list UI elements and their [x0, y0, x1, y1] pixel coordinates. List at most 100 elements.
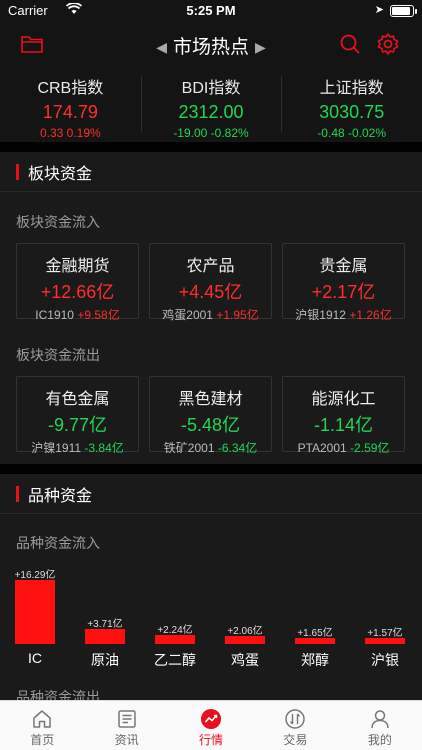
chart-bar [225, 636, 265, 644]
location-icon: ➤ [374, 4, 384, 16]
market-icon [169, 707, 253, 731]
inflow-subtitle: 品种资金流入 [16, 535, 100, 551]
top-contract: IC1910 +9.58亿 [17, 306, 138, 323]
variety-inflow-chart: +16.29亿 IC +3.71亿 原油 +2.24亿 乙二醇 +2.06亿 鸡蛋 +1.65亿… [0, 560, 422, 670]
index-change: -19.00 -0.82% [173, 126, 249, 140]
chart-bar-group[interactable]: +2.24亿乙二醇 [140, 560, 210, 670]
news-icon [84, 707, 168, 731]
outflow-subtitle: 板块资金流出 [16, 347, 100, 363]
tab-trade[interactable]: 交易 [253, 701, 337, 750]
contract-value: +9.58亿 [77, 308, 120, 322]
chart-category-label: 沪银 [371, 652, 399, 668]
sector-value: +12.66亿 [40, 282, 115, 302]
tab-label: 交易 [283, 733, 308, 747]
chart-category-label: 郑醇 [301, 652, 329, 668]
search-icon[interactable] [336, 30, 364, 58]
top-contract: 沪银1912 +1.26亿 [283, 306, 404, 323]
index-value: 2312.00 [178, 102, 244, 122]
section-title: 品种资金 [28, 487, 93, 505]
home-icon [0, 707, 84, 731]
sector-inflow-cards: 金融期货 +12.66亿 IC1910 +9.58亿 农产品 +4.45亿 鸡蛋… [16, 243, 405, 322]
sector-card[interactable]: 农产品 +4.45亿 鸡蛋2001 +1.95亿 [149, 243, 272, 322]
accent-bar [16, 485, 19, 502]
sector-card[interactable]: 能源化工 -1.14亿 PTA2001 -2.59亿 [282, 376, 405, 455]
tab-profile[interactable]: 我的 [338, 701, 422, 750]
sector-value: -5.48亿 [180, 415, 241, 435]
next-arrow-icon[interactable]: ▶ [255, 39, 266, 56]
top-contract: PTA2001 -2.59亿 [283, 439, 404, 456]
contract-value: +1.26亿 [349, 308, 392, 322]
index-bdi[interactable]: BDI指数 2312.00 -19.00 -0.82% [140, 66, 282, 142]
inflow-subtitle: 板块资金流入 [16, 214, 100, 230]
chart-bar-group[interactable]: +1.65亿郑醇 [280, 560, 350, 670]
section-title: 板块资金 [28, 165, 93, 183]
chart-bar [155, 635, 195, 644]
sector-name: 能源化工 [311, 391, 376, 408]
page-title: 市场热点 [172, 37, 249, 58]
chart-category-label: IC [28, 650, 42, 666]
tab-label: 行情 [199, 733, 224, 747]
top-contract: 鸡蛋2001 +1.95亿 [150, 306, 271, 323]
chart-bar-group[interactable]: +2.06亿 鸡蛋 [210, 560, 280, 670]
clock: 5:25 PM [186, 3, 236, 18]
contract-value: -3.84亿 [84, 441, 124, 455]
contract-name: IC1910 [35, 308, 74, 322]
tab-market[interactable]: 行情 [169, 701, 253, 750]
index-name: BDI指数 [181, 80, 241, 97]
tab-bar: 首页 资讯 行情 交易 我的 [0, 700, 422, 750]
index-change: 0.33 0.19% [39, 126, 101, 140]
sector-name: 金融期货 [45, 258, 110, 275]
chart-bar-group[interactable]: +1.57亿沪银 [350, 560, 420, 670]
divider [0, 464, 422, 474]
contract-value: +1.95亿 [216, 308, 259, 322]
sector-card[interactable]: 黑色建材 -5.48亿 铁矿2001 -6.34亿 [149, 376, 272, 455]
chart-value-label: +2.06亿 [227, 626, 263, 637]
index-shanghai[interactable]: 上证指数 3030.75 -0.48 -0.02% [281, 66, 422, 142]
sector-value: -9.77亿 [47, 415, 108, 435]
previous-arrow-icon[interactable]: ◀ [156, 39, 167, 56]
contract-name: 沪镍1911 [31, 441, 82, 455]
sector-name: 黑色建材 [178, 391, 243, 408]
sector-name: 有色金属 [45, 391, 110, 408]
top-contract: 铁矿2001 -6.34亿 [150, 439, 271, 456]
settings-gear-icon[interactable] [374, 30, 402, 58]
contract-name: 鸡蛋2001 [162, 308, 213, 322]
top-contract: 沪镍1911 -3.84亿 [17, 439, 138, 456]
tab-home[interactable]: 首页 [0, 701, 84, 750]
trade-icon [253, 707, 337, 731]
chart-value-label: +1.65亿 [297, 628, 333, 639]
sector-card[interactable]: 金融期货 +12.66亿 IC1910 +9.58亿 [16, 243, 139, 322]
chart-category-label: 原油 [91, 652, 119, 668]
sector-value: +4.45亿 [178, 282, 243, 302]
sector-value: -1.14亿 [313, 415, 374, 435]
chart-value-label: +1.57亿 [367, 628, 403, 639]
chart-bar [295, 638, 335, 644]
sector-card[interactable]: 贵金属 +2.17亿 沪银1912 +1.26亿 [282, 243, 405, 322]
chart-value-label: +2.24亿 [157, 625, 193, 636]
chart-value-label: +16.29亿 [14, 570, 56, 581]
section-header: 品种资金 [0, 474, 422, 514]
chart-category-label: 乙二醇 [154, 652, 196, 668]
sector-funds-section: 板块资金 板块资金流入 金融期货 +12.66亿 IC1910 +9.58亿 农… [0, 152, 422, 464]
index-value: 3030.75 [319, 102, 385, 122]
battery-icon [390, 5, 417, 17]
chart-bar [365, 638, 405, 644]
tab-label: 我的 [367, 733, 392, 747]
divider [0, 142, 422, 152]
chart-bar-group[interactable]: +16.29亿 IC [0, 560, 70, 670]
navigation-bar: ◀ 市场热点 ▶ [0, 22, 422, 66]
sector-name: 贵金属 [319, 258, 368, 275]
chart-bar [15, 580, 55, 644]
status-bar: Carrier 5:25 PM ➤ [0, 0, 422, 22]
tab-news[interactable]: 资讯 [84, 701, 168, 750]
index-value: 174.79 [42, 102, 98, 122]
contract-name: 沪银1912 [295, 308, 346, 322]
index-name: CRB指数 [37, 80, 104, 97]
chart-bar-group[interactable]: +3.71亿 原油 [70, 560, 140, 670]
contract-value: -6.34亿 [217, 441, 258, 455]
sector-card[interactable]: 有色金属 -9.77亿 沪镍1911 -3.84亿 [16, 376, 139, 455]
index-crb[interactable]: CRB指数 174.79 0.33 0.19% [0, 66, 141, 142]
section-header: 板块资金 [0, 152, 422, 192]
profile-icon [338, 707, 422, 731]
contract-name: 铁矿2001 [163, 441, 215, 455]
